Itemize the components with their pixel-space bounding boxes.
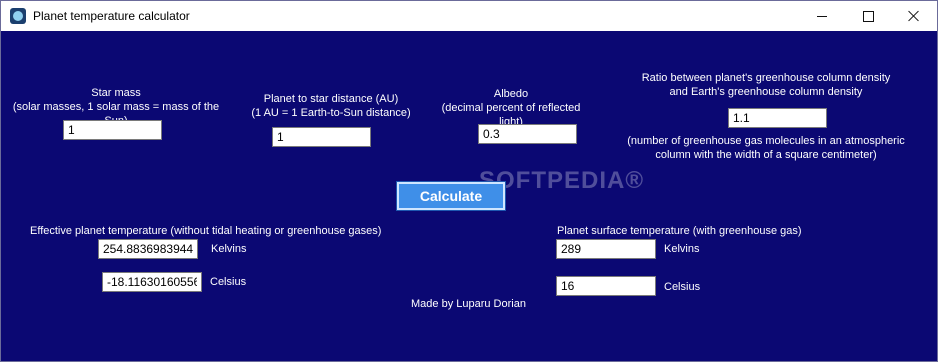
greenhouse-input[interactable] [728,108,827,128]
distance-label-subtitle: (1 AU = 1 Earth-to-Sun distance) [251,107,411,119]
albedo-label: Albedo (decimal percent of reflected lig… [431,87,591,129]
effective-celsius-output[interactable] [102,272,202,292]
window-title: Planet temperature calculator [33,9,190,23]
albedo-input[interactable] [478,124,577,144]
surface-temp-heading: Planet surface temperature (with greenho… [557,225,802,237]
app-window: Planet temperature calculator Star mass … [0,0,938,362]
maximize-icon [862,10,874,22]
surface-celsius-unit: Celsius [664,281,701,293]
minimize-button[interactable] [799,1,845,31]
effective-kelvin-unit: Kelvins [211,243,247,255]
star-mass-input[interactable] [63,120,162,140]
distance-label: Planet to star distance (AU) (1 AU = 1 E… [241,92,421,120]
greenhouse-note-line1: (number of greenhouse gas molecules in a… [627,135,905,147]
distance-label-title: Planet to star distance (AU) [263,93,399,105]
surface-kelvin-unit: Kelvins [664,243,700,255]
greenhouse-label-subtitle: and Earth's greenhouse column density [669,86,863,98]
greenhouse-note: (number of greenhouse gas molecules in a… [621,134,911,162]
credit-text: Made by Luparu Dorian [411,298,526,310]
effective-celsius-unit: Celsius [210,276,247,288]
maximize-button[interactable] [845,1,891,31]
calculate-button[interactable]: Calculate [397,182,505,210]
close-button[interactable] [891,1,937,31]
distance-input[interactable] [272,127,371,147]
albedo-label-title: Albedo [493,88,529,100]
effective-kelvin-output[interactable] [98,239,198,259]
title-bar: Planet temperature calculator [1,1,937,31]
close-icon [908,10,920,22]
greenhouse-label-title: Ratio between planet's greenhouse column… [641,72,891,84]
greenhouse-note-line2: column with the width of a square centim… [655,149,877,161]
surface-kelvin-output[interactable] [556,239,656,259]
effective-temp-heading: Effective planet temperature (without ti… [30,225,382,237]
planet-icon [10,8,26,24]
surface-celsius-output[interactable] [556,276,656,296]
minimize-icon [817,15,827,17]
greenhouse-label: Ratio between planet's greenhouse column… [621,71,911,99]
star-mass-label-title: Star mass [91,87,141,99]
